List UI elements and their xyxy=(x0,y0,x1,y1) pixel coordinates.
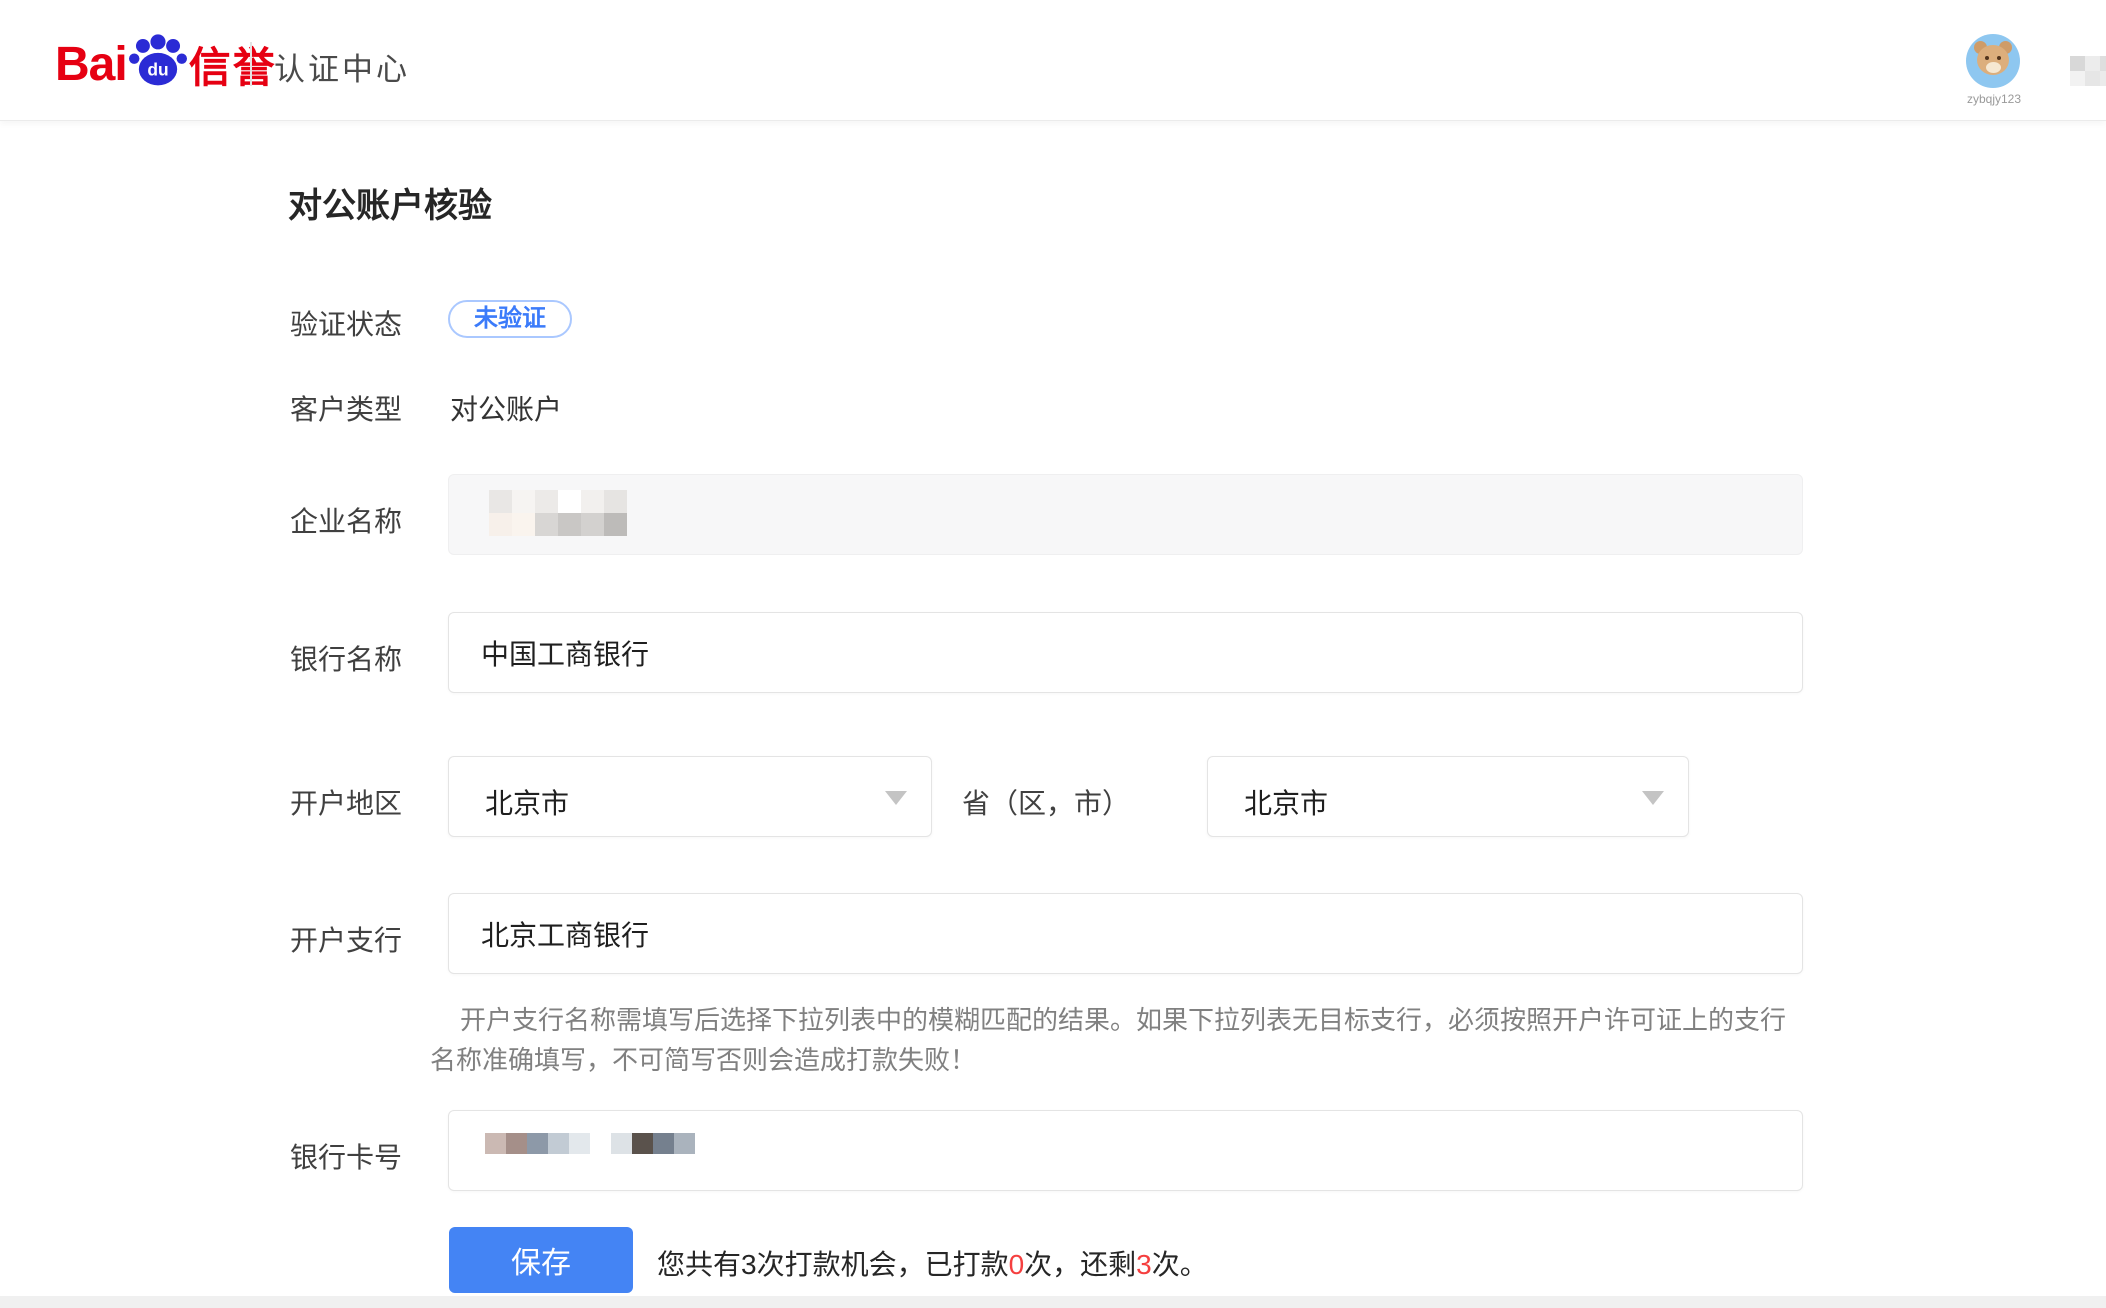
chevron-down-icon xyxy=(885,791,907,805)
redacted-block xyxy=(558,490,581,513)
redacted-block xyxy=(590,1133,611,1154)
label-card-number: 银行卡号 xyxy=(290,1136,402,1176)
redacted-account-name xyxy=(2070,56,2106,86)
redacted-block xyxy=(2100,71,2106,86)
redacted-block xyxy=(558,513,581,536)
redacted-block xyxy=(527,1133,548,1154)
branch-field xyxy=(448,893,1803,974)
baidu-xinyu-logo[interactable]: Bai du 信誉 xyxy=(55,34,277,94)
redacted-company-name xyxy=(489,490,627,536)
chevron-down-icon xyxy=(1642,791,1664,805)
logo-text-bai: Bai xyxy=(55,37,127,92)
label-branch: 开户支行 xyxy=(290,919,402,959)
city-dropdown[interactable]: 北京市 xyxy=(1207,756,1689,837)
redacted-block xyxy=(2070,71,2085,86)
page-title: 对公账户核验 xyxy=(288,178,492,227)
header-divider xyxy=(250,42,252,86)
footer-strip xyxy=(0,1296,2106,1308)
company-name-field xyxy=(448,474,1803,555)
value-customer-type: 对公账户 xyxy=(450,388,562,428)
redacted-block xyxy=(535,490,558,513)
note-part3: 次。 xyxy=(1152,1249,1208,1280)
redacted-block xyxy=(604,490,627,513)
label-verify-status: 验证状态 xyxy=(290,303,402,343)
redacted-block xyxy=(512,490,535,513)
label-customer-type: 客户类型 xyxy=(290,388,402,428)
paw-icon: du xyxy=(129,34,187,88)
region-suffix-label: 省（区，市） xyxy=(962,782,1130,822)
redacted-block xyxy=(489,513,512,536)
redacted-block xyxy=(653,1133,674,1154)
avatar-bear-eye xyxy=(1997,56,2001,60)
bank-name-field xyxy=(448,612,1803,693)
svg-text:du: du xyxy=(147,60,168,80)
redacted-block xyxy=(548,1133,569,1154)
label-company-name: 企业名称 xyxy=(290,500,402,540)
label-region: 开户地区 xyxy=(290,782,402,822)
note-part1: 您共有3次打款机会，已打款 xyxy=(657,1249,1009,1280)
redacted-block xyxy=(535,513,558,536)
avatar-bear-eye xyxy=(1985,56,1989,60)
payment-attempts-note: 您共有3次打款机会，已打款0次，还剩3次。 xyxy=(657,1243,1208,1283)
redacted-block xyxy=(674,1133,695,1154)
city-dropdown-value: 北京市 xyxy=(1244,782,1328,822)
header-title: 认证中心 xyxy=(274,44,410,89)
province-dropdown-value: 北京市 xyxy=(485,782,569,822)
app-header: Bai du 信誉 认证中心 zybqjy123 xyxy=(0,0,2106,121)
redacted-block xyxy=(506,1133,527,1154)
redacted-block xyxy=(2085,56,2100,71)
redacted-block xyxy=(632,1133,653,1154)
redacted-block xyxy=(485,1133,506,1154)
branch-input[interactable] xyxy=(449,894,1802,973)
redacted-block xyxy=(604,513,627,536)
redacted-block xyxy=(489,490,512,513)
bank-name-input[interactable] xyxy=(449,613,1802,692)
logo-text-xinyu: 信誉 xyxy=(189,34,277,95)
redacted-block xyxy=(512,513,535,536)
redacted-block xyxy=(611,1133,632,1154)
save-button[interactable]: 保存 xyxy=(449,1227,633,1293)
note-part2: 次，还剩 xyxy=(1024,1249,1136,1280)
avatar[interactable] xyxy=(1966,34,2020,88)
note-used-count: 0 xyxy=(1009,1249,1025,1280)
label-bank-name: 银行名称 xyxy=(290,638,402,678)
branch-hint-text: 开户支行名称需填写后选择下拉列表中的模糊匹配的结果。如果下拉列表无目标支行，必须… xyxy=(430,1000,1808,1080)
page-root: Bai du 信誉 认证中心 zybqjy123 xyxy=(0,0,2106,1308)
note-remaining-count: 3 xyxy=(1136,1249,1152,1280)
card-number-field[interactable] xyxy=(448,1110,1803,1191)
redacted-block xyxy=(2085,71,2100,86)
redacted-block xyxy=(2070,56,2085,71)
redacted-block xyxy=(581,490,604,513)
avatar-bear-muzzle xyxy=(1986,62,2001,73)
province-dropdown[interactable]: 北京市 xyxy=(448,756,932,837)
redacted-block xyxy=(581,513,604,536)
redacted-card-number xyxy=(485,1133,695,1154)
status-badge-unverified: 未验证 xyxy=(448,300,572,338)
redacted-block xyxy=(2100,56,2106,71)
redacted-block xyxy=(569,1133,590,1154)
username-label: zybqjy123 xyxy=(1944,92,2044,106)
